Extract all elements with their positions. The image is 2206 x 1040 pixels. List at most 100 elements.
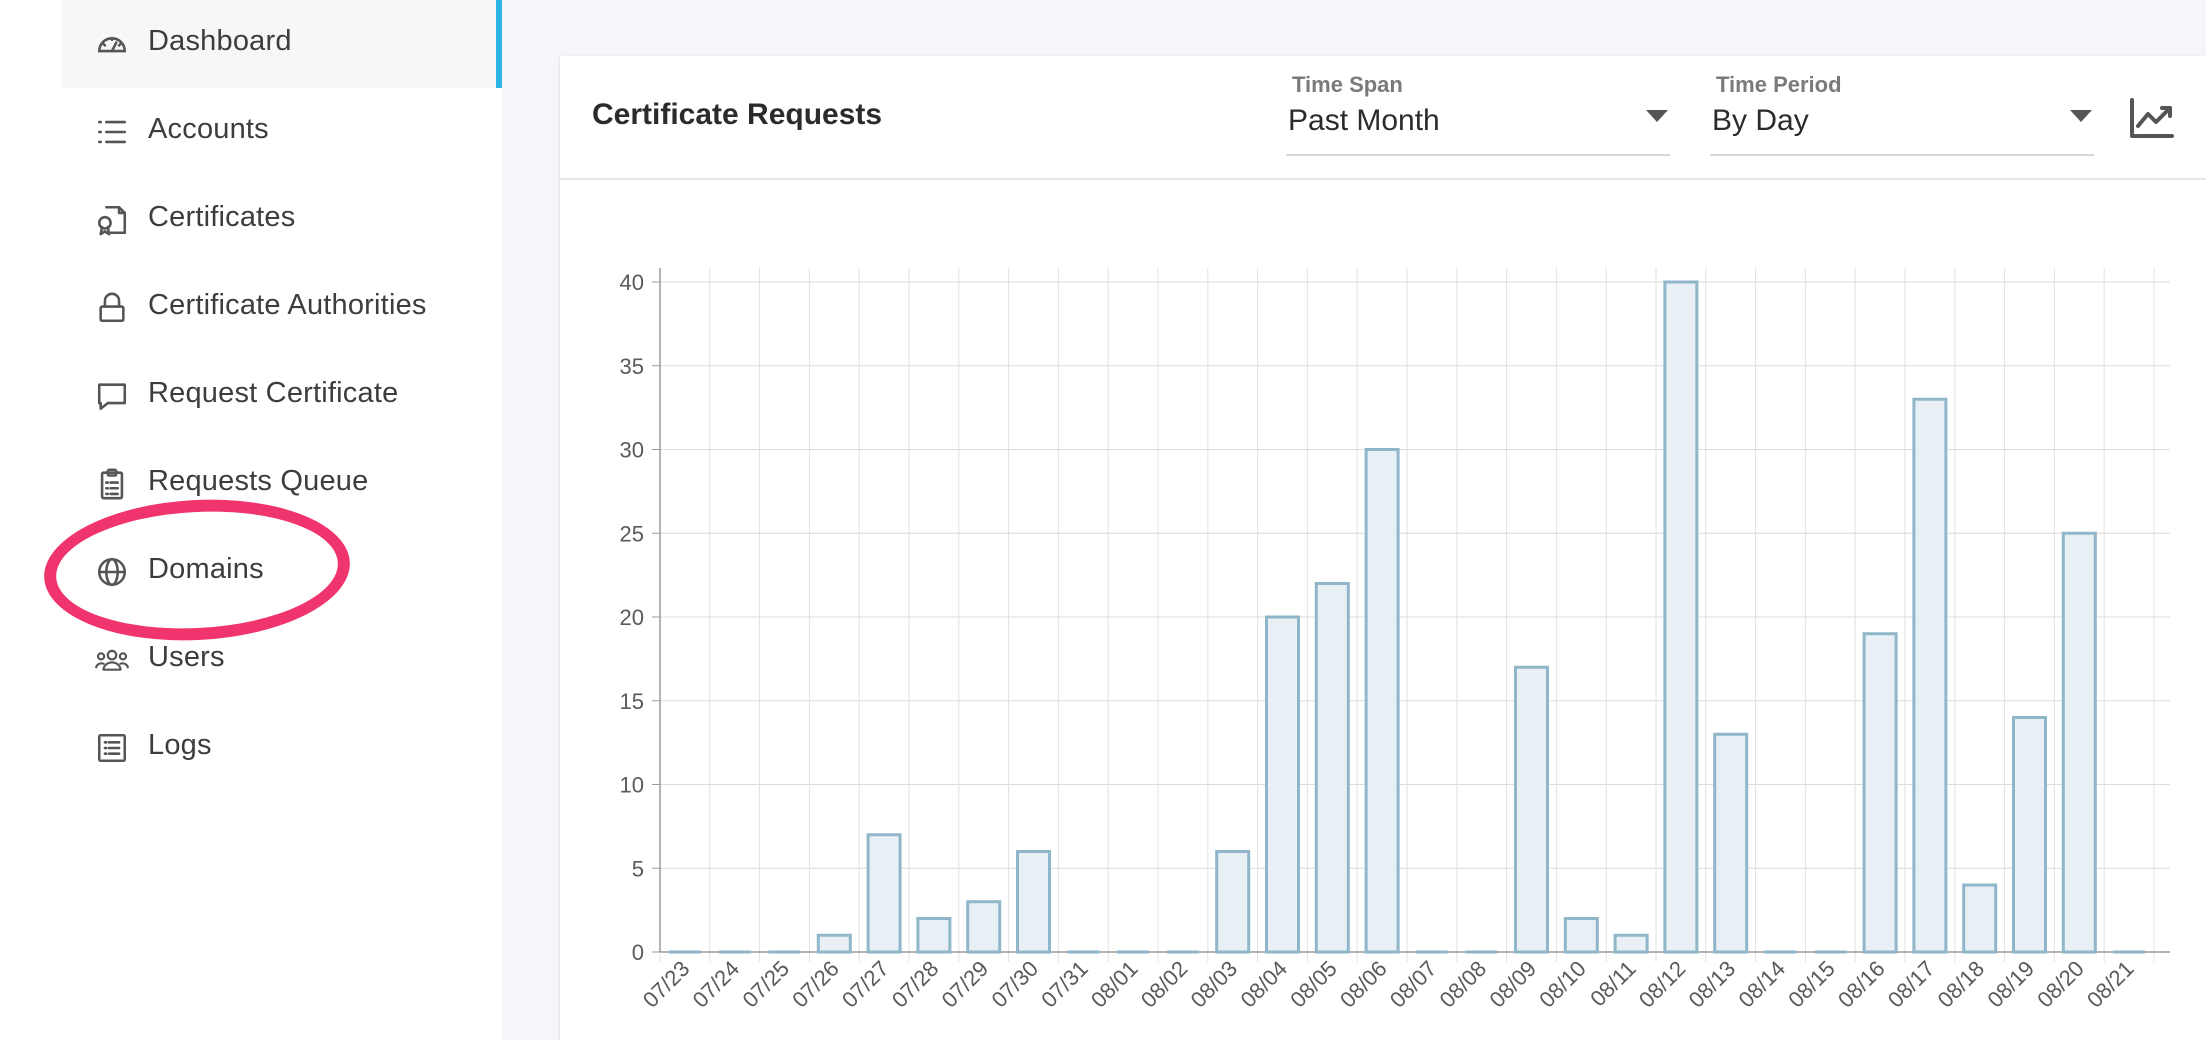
x-tick-label: 08/02 bbox=[1136, 956, 1193, 1013]
sidebar-item-dashboard[interactable]: Dashboard bbox=[62, 0, 502, 88]
y-tick-label: 40 bbox=[620, 270, 644, 295]
chevron-down-icon bbox=[2070, 110, 2092, 122]
card-header: Certificate Requests Time Span Past Mont… bbox=[560, 56, 2206, 180]
x-tick-label: 07/29 bbox=[937, 956, 994, 1013]
time-span-label: Time Span bbox=[1292, 72, 1403, 97]
time-span-select[interactable]: Time Span Past Month bbox=[1286, 64, 1670, 156]
chart-bar bbox=[2061, 531, 2097, 954]
x-tick-label: 08/04 bbox=[1235, 956, 1292, 1013]
chart-bar bbox=[1215, 850, 1251, 954]
y-tick-label: 25 bbox=[620, 521, 644, 546]
x-tick-label: 08/21 bbox=[2082, 956, 2139, 1013]
gauge-icon bbox=[94, 26, 130, 62]
y-tick-label: 10 bbox=[620, 773, 644, 798]
chart-bar bbox=[2012, 716, 2047, 954]
log-list-icon bbox=[94, 730, 130, 766]
x-tick-label: 07/28 bbox=[887, 956, 944, 1013]
x-tick-label: 08/07 bbox=[1385, 956, 1442, 1013]
sidebar-item-request-certificate[interactable]: Request Certificate bbox=[62, 352, 502, 440]
x-tick-label: 07/24 bbox=[688, 956, 745, 1013]
sidebar-item-label: Requests Queue bbox=[148, 465, 369, 497]
x-tick-label: 08/17 bbox=[1883, 956, 1940, 1013]
sidebar-item-label: Domains bbox=[148, 553, 264, 585]
x-tick-label: 08/10 bbox=[1534, 956, 1591, 1013]
x-tick-label: 08/09 bbox=[1484, 956, 1541, 1013]
time-period-value: By Day bbox=[1712, 104, 1809, 137]
chevron-down-icon bbox=[1646, 110, 1668, 122]
chart-bar bbox=[1663, 280, 1699, 954]
sidebar-item-logs[interactable]: Logs bbox=[62, 704, 502, 792]
globe-icon bbox=[94, 554, 130, 590]
chart-bar bbox=[816, 933, 852, 954]
x-tick-label: 08/11 bbox=[1585, 956, 1640, 1011]
time-period-label: Time Period bbox=[1716, 72, 1842, 97]
clipboard-icon bbox=[94, 466, 130, 502]
chart-bar bbox=[866, 833, 902, 954]
x-tick-label: 07/31 bbox=[1036, 956, 1093, 1013]
chart-bar bbox=[1563, 917, 1599, 954]
chart-bar bbox=[1514, 665, 1549, 954]
y-tick-label: 35 bbox=[620, 354, 644, 379]
sidebar-item-label: Logs bbox=[148, 729, 212, 761]
y-tick-label: 5 bbox=[632, 856, 644, 881]
x-tick-label: 07/27 bbox=[837, 956, 894, 1013]
sidebar-item-label: Certificates bbox=[148, 201, 296, 233]
sidebar-item-requests-queue[interactable]: Requests Queue bbox=[62, 440, 502, 528]
sidebar-item-label: Users bbox=[148, 641, 225, 673]
chart-bar bbox=[966, 900, 1002, 954]
speech-bubble-icon bbox=[94, 378, 130, 414]
x-tick-label: 08/03 bbox=[1186, 956, 1243, 1013]
chart-bar bbox=[1613, 933, 1649, 954]
x-tick-label: 08/08 bbox=[1435, 956, 1492, 1013]
x-tick-label: 08/12 bbox=[1634, 956, 1691, 1013]
sidebar: Dashboard Accounts Certificates Certific… bbox=[0, 0, 502, 1040]
x-tick-label: 08/13 bbox=[1684, 956, 1741, 1013]
line-chart-icon[interactable] bbox=[2128, 96, 2176, 140]
bar-chart-svg: 051015202530354007/2307/2407/2507/2607/2… bbox=[620, 268, 2170, 1013]
chart-bar bbox=[1265, 615, 1300, 954]
chart-bar bbox=[916, 917, 952, 954]
chart-bar bbox=[1364, 448, 1400, 954]
certificate-requests-card: Certificate Requests Time Span Past Mont… bbox=[560, 56, 2206, 1040]
y-tick-label: 20 bbox=[620, 605, 644, 630]
x-tick-label: 08/19 bbox=[1982, 956, 2039, 1013]
x-tick-label: 07/26 bbox=[787, 956, 844, 1013]
certificate-icon bbox=[94, 202, 130, 238]
x-tick-label: 08/16 bbox=[1833, 956, 1890, 1013]
x-tick-label: 07/30 bbox=[986, 956, 1043, 1013]
users-icon bbox=[94, 642, 130, 678]
sidebar-item-certificates[interactable]: Certificates bbox=[62, 176, 502, 264]
sidebar-item-domains[interactable]: Domains bbox=[62, 528, 502, 616]
x-tick-label: 08/18 bbox=[1933, 956, 1990, 1013]
sidebar-item-label: Dashboard bbox=[148, 25, 292, 57]
sidebar-item-certificate-authorities[interactable]: Certificate Authorities bbox=[62, 264, 502, 352]
chart-bar bbox=[1314, 582, 1350, 954]
bar-chart: 0 5 10 15 20 25 30 35 40 07/23 07/24 07/25 07/26 07/2… bbox=[560, 206, 2206, 1040]
time-span-value: Past Month bbox=[1288, 104, 1440, 137]
x-tick-label: 08/14 bbox=[1733, 956, 1790, 1013]
lock-icon bbox=[94, 290, 130, 326]
chart-bar bbox=[1713, 732, 1749, 954]
x-tick-label: 08/15 bbox=[1783, 956, 1840, 1013]
sidebar-item-label: Accounts bbox=[148, 113, 269, 145]
y-tick-label: 15 bbox=[620, 689, 644, 714]
card-title: Certificate Requests bbox=[592, 98, 883, 131]
sidebar-item-users[interactable]: Users bbox=[62, 616, 502, 704]
sidebar-item-label: Certificate Authorities bbox=[148, 289, 427, 321]
sidebar-item-accounts[interactable]: Accounts bbox=[62, 88, 502, 176]
time-period-select[interactable]: Time Period By Day bbox=[1710, 64, 2094, 156]
chart-bar bbox=[1962, 883, 1998, 954]
x-tick-label: 08/01 bbox=[1086, 956, 1143, 1013]
chart-bar bbox=[1862, 632, 1898, 954]
x-tick-label: 08/06 bbox=[1335, 956, 1392, 1013]
list-icon bbox=[94, 114, 130, 150]
chart-bar bbox=[1016, 850, 1051, 954]
y-tick-label: 0 bbox=[632, 940, 644, 965]
x-tick-label: 08/05 bbox=[1285, 956, 1342, 1013]
y-tick-label: 30 bbox=[620, 438, 644, 463]
x-tick-label: 07/25 bbox=[737, 956, 794, 1013]
x-tick-label: 07/23 bbox=[638, 956, 695, 1013]
chart-bar bbox=[1912, 397, 1948, 954]
sidebar-item-label: Request Certificate bbox=[148, 377, 399, 409]
x-tick-label: 08/20 bbox=[2032, 956, 2089, 1013]
